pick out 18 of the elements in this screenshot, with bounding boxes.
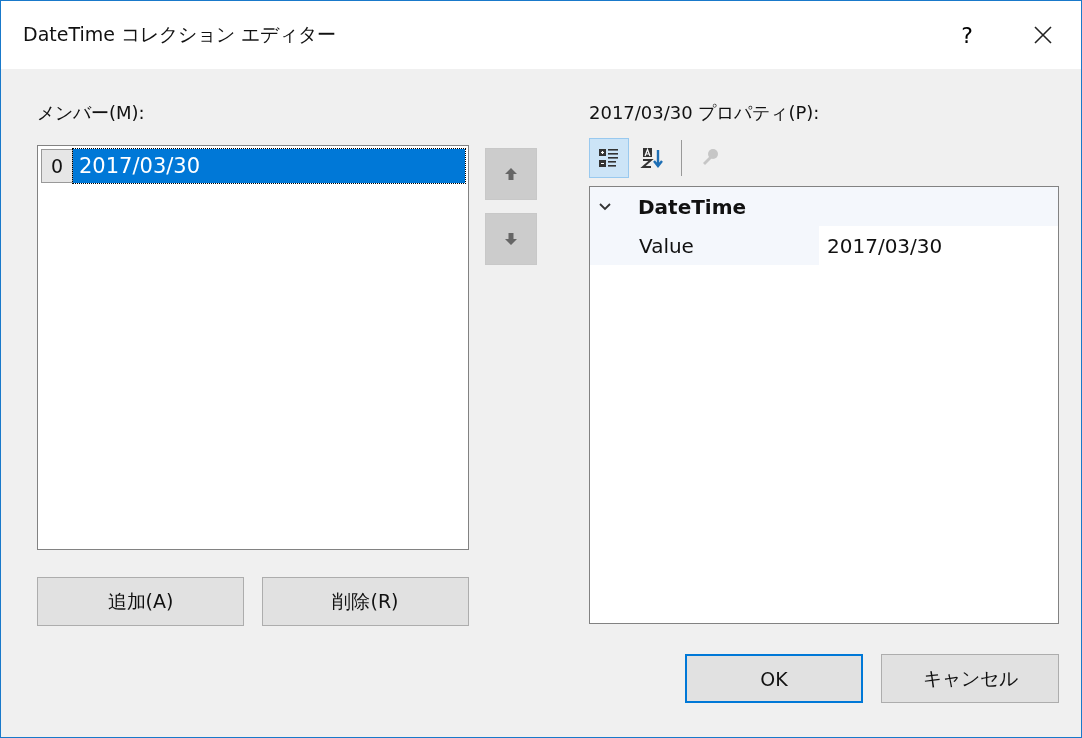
- members-label: メンバー(M):: [37, 101, 146, 125]
- action-button[interactable]: 追加(A): [37, 577, 244, 626]
- category-name: DateTime: [638, 194, 747, 219]
- action-button[interactable]: 削除(R): [262, 577, 469, 626]
- cancel-button[interactable]: キャンセル: [881, 654, 1059, 703]
- categorized-button[interactable]: [589, 138, 629, 178]
- index-cell: 0: [41, 149, 73, 183]
- up-arrow-icon: [503, 166, 519, 182]
- ok-button[interactable]: OK: [685, 654, 863, 703]
- property-name: Value: [639, 232, 695, 260]
- member-item[interactable]: 2017/03/30: [73, 149, 465, 183]
- close-icon[interactable]: [1033, 25, 1053, 45]
- window-title: DateTime コレクション エディター: [23, 22, 336, 47]
- property-value[interactable]: 2017/03/30: [819, 226, 1058, 265]
- properties-label: 2017/03/30 プロパティ(P):: [589, 101, 821, 125]
- down-arrow-icon: [503, 231, 519, 247]
- sort-az-icon: [640, 145, 666, 171]
- help-button[interactable]: ?: [961, 22, 973, 48]
